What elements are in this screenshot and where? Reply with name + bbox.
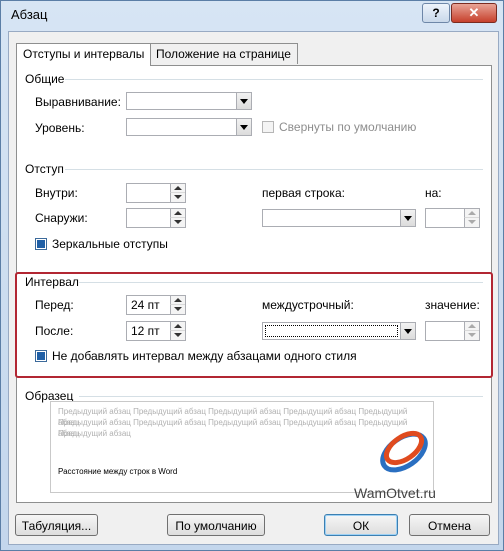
previous-paragraph-line: Предыдущий абзац: [58, 429, 131, 438]
outside-label: Снаружи:: [35, 211, 88, 225]
indent-divider: [65, 169, 483, 170]
preview-divider: [79, 396, 483, 397]
inside-label: Внутри:: [35, 186, 78, 200]
collapsed-by-default-checkbox[interactable]: [262, 121, 274, 133]
alignment-label: Выравнивание:: [35, 95, 121, 109]
outside-spinner[interactable]: [126, 208, 186, 228]
ok-button[interactable]: ОК: [324, 514, 398, 536]
watermark-text: WamOtvet.ru: [354, 485, 436, 501]
level-select[interactable]: [126, 118, 252, 136]
mirror-indents-label: Зеркальные отступы: [52, 237, 168, 251]
help-button[interactable]: ?: [422, 3, 450, 23]
spin-down-icon[interactable]: [170, 217, 185, 227]
spin-down-icon[interactable]: [464, 217, 479, 227]
indent-heading: Отступ: [25, 162, 64, 176]
close-button[interactable]: ✕: [451, 3, 497, 23]
wamotvet-logo-icon: [380, 430, 428, 473]
by-spinner[interactable]: [425, 208, 480, 228]
collapsed-by-default-label: Свернуты по умолчанию: [279, 120, 417, 134]
by-label: на:: [425, 186, 442, 200]
tabs-button[interactable]: Табуляция...: [15, 514, 98, 536]
tab-line-and-page-breaks[interactable]: Положение на странице: [149, 43, 298, 64]
chevron-down-icon: [400, 210, 415, 226]
paragraph-dialog: Абзац ? ✕ Отступы и интервалы Положение …: [0, 0, 504, 551]
spin-down-icon[interactable]: [170, 192, 185, 202]
sample-text: Расстояние между строк в Word: [58, 467, 178, 476]
general-divider: [65, 79, 483, 80]
spacing-highlight-box: [15, 272, 493, 378]
chevron-down-icon: [236, 119, 251, 135]
tab-indents-and-spacing[interactable]: Отступы и интервалы: [16, 43, 152, 66]
cancel-button[interactable]: Отмена: [409, 514, 490, 536]
first-line-select[interactable]: [262, 209, 416, 227]
mirror-indents-checkbox[interactable]: [35, 238, 47, 250]
title-bar: Абзац ? ✕: [1, 1, 503, 31]
alignment-select[interactable]: [126, 92, 252, 110]
first-line-label: первая строка:: [262, 186, 345, 200]
dialog-title: Абзац: [11, 7, 48, 22]
inside-spinner[interactable]: [126, 183, 186, 203]
level-label: Уровень:: [35, 121, 85, 135]
general-heading: Общие: [25, 72, 65, 86]
chevron-down-icon: [236, 93, 251, 109]
set-default-button[interactable]: По умолчанию: [167, 514, 265, 536]
